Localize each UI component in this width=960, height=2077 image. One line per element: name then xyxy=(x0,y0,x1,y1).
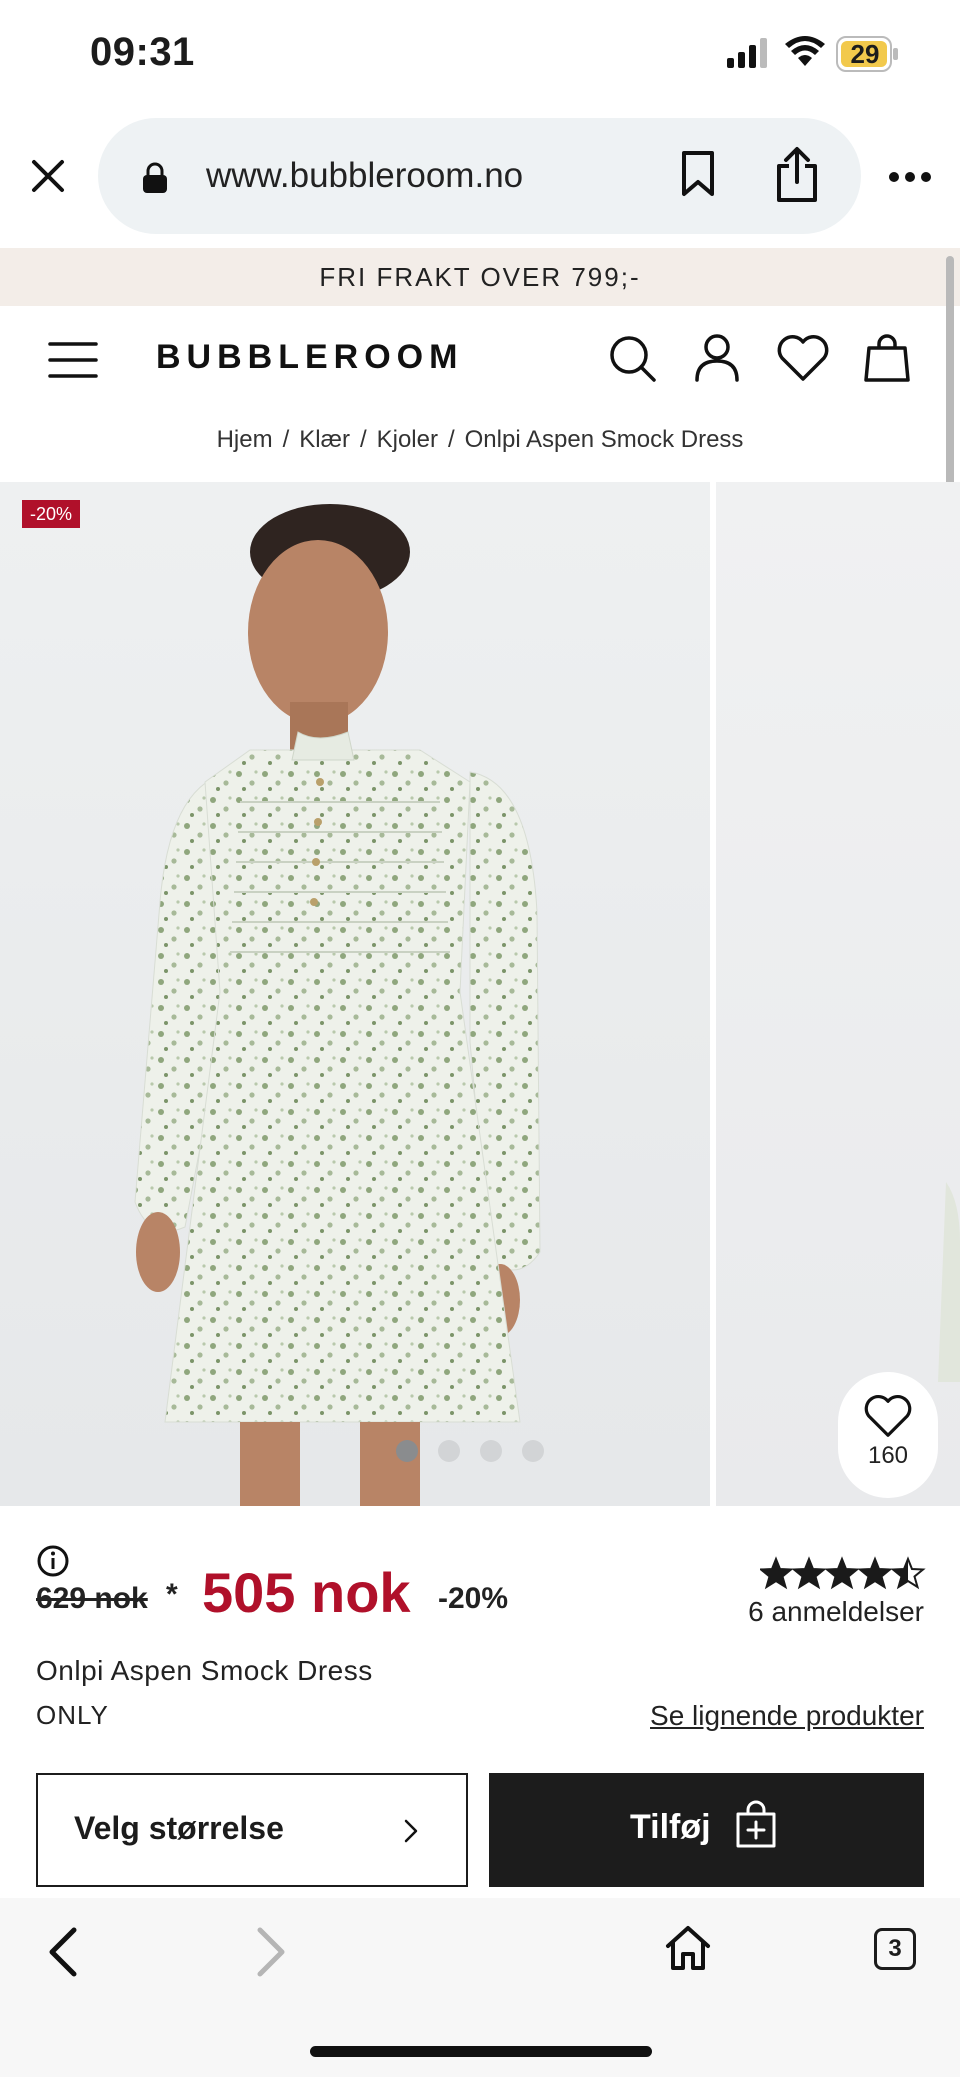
rating-stars[interactable] xyxy=(760,1556,926,1590)
model-photo-illustration xyxy=(134,504,541,1506)
product-image-main[interactable] xyxy=(0,482,710,1506)
sale-badge: -20% xyxy=(22,500,81,528)
rating-star-icon xyxy=(890,1556,926,1590)
battery-level: 29 xyxy=(850,39,880,69)
breadcrumb-item-dresses[interactable]: Kjoler xyxy=(377,426,438,453)
site-logo[interactable]: BUBBLEROOM xyxy=(156,338,463,377)
back-arrow-icon[interactable] xyxy=(44,1926,84,1978)
breadcrumb-separator: / xyxy=(447,426,455,453)
product-gallery[interactable]: -20% 160 xyxy=(0,482,960,1506)
menu-icon[interactable] xyxy=(48,340,98,380)
rating-star-icon xyxy=(824,1556,860,1590)
rating-star-icon xyxy=(857,1556,893,1590)
search-icon[interactable] xyxy=(608,334,658,384)
rating-star-icon xyxy=(760,1556,794,1590)
breadcrumb-separator: / xyxy=(359,426,367,453)
select-size-label: Velg størrelse xyxy=(74,1810,284,1846)
gallery-dot[interactable] xyxy=(396,1440,418,1462)
promo-text: FRI FRAKT OVER 799;- xyxy=(319,262,641,292)
gallery-dot[interactable] xyxy=(522,1440,544,1462)
product-brand[interactable]: ONLY xyxy=(36,1700,109,1731)
url-text[interactable]: www.bubbleroom.no xyxy=(206,156,523,196)
home-indicator[interactable] xyxy=(310,2046,652,2057)
similar-products-link[interactable]: Se lignende produkter xyxy=(650,1700,924,1732)
breadcrumb-item-clothes[interactable]: Klær xyxy=(299,426,350,453)
close-icon xyxy=(32,160,64,192)
next-photo-illustration xyxy=(938,1182,960,1382)
product-image-next[interactable] xyxy=(716,482,960,1506)
chevron-right-icon xyxy=(404,1819,418,1843)
sale-price: 505 nok xyxy=(202,1561,411,1624)
original-price: 629 nok xyxy=(36,1582,148,1615)
like-count: 160 xyxy=(867,1442,909,1469)
bag-add-icon xyxy=(736,1800,776,1848)
add-to-cart-label: Tilføj xyxy=(630,1808,711,1846)
discount-label: -20% xyxy=(438,1582,509,1615)
gallery-dot[interactable] xyxy=(438,1440,460,1462)
review-count[interactable]: 6 anmeldelser xyxy=(748,1596,924,1628)
home-icon[interactable] xyxy=(664,1924,712,1972)
heart-icon xyxy=(864,1394,912,1437)
lock-icon xyxy=(143,162,167,193)
shopping-bag-icon[interactable] xyxy=(862,332,912,384)
product-name: Onlpi Aspen Smock Dress xyxy=(36,1655,373,1686)
gallery-dot[interactable] xyxy=(480,1440,502,1462)
close-tab-button[interactable] xyxy=(22,150,74,202)
share-icon[interactable] xyxy=(772,146,822,204)
more-options-icon[interactable] xyxy=(888,170,932,184)
price-footnote-marker: * xyxy=(166,1578,178,1611)
wifi-icon xyxy=(785,36,825,66)
wishlist-heart-icon[interactable] xyxy=(776,334,830,382)
breadcrumb-item-home[interactable]: Hjem xyxy=(217,426,273,453)
info-icon[interactable] xyxy=(36,1544,70,1578)
bookmark-icon[interactable] xyxy=(678,150,718,198)
gallery-pagination xyxy=(396,1440,564,1467)
status-time: 09:31 xyxy=(90,30,195,74)
breadcrumb-separator: / xyxy=(282,426,290,453)
rating-star-icon xyxy=(791,1556,827,1590)
tab-switcher-button[interactable]: 3 xyxy=(874,1928,916,1970)
cellular-signal-icon xyxy=(727,38,767,68)
breadcrumb-item-current: Onlpi Aspen Smock Dress xyxy=(464,426,744,453)
breadcrumb: Hjem / Klær / Kjoler / Onlpi Aspen Smock Dress xyxy=(0,426,960,462)
account-icon[interactable] xyxy=(694,332,740,382)
forward-arrow-icon[interactable] xyxy=(250,1926,290,1978)
